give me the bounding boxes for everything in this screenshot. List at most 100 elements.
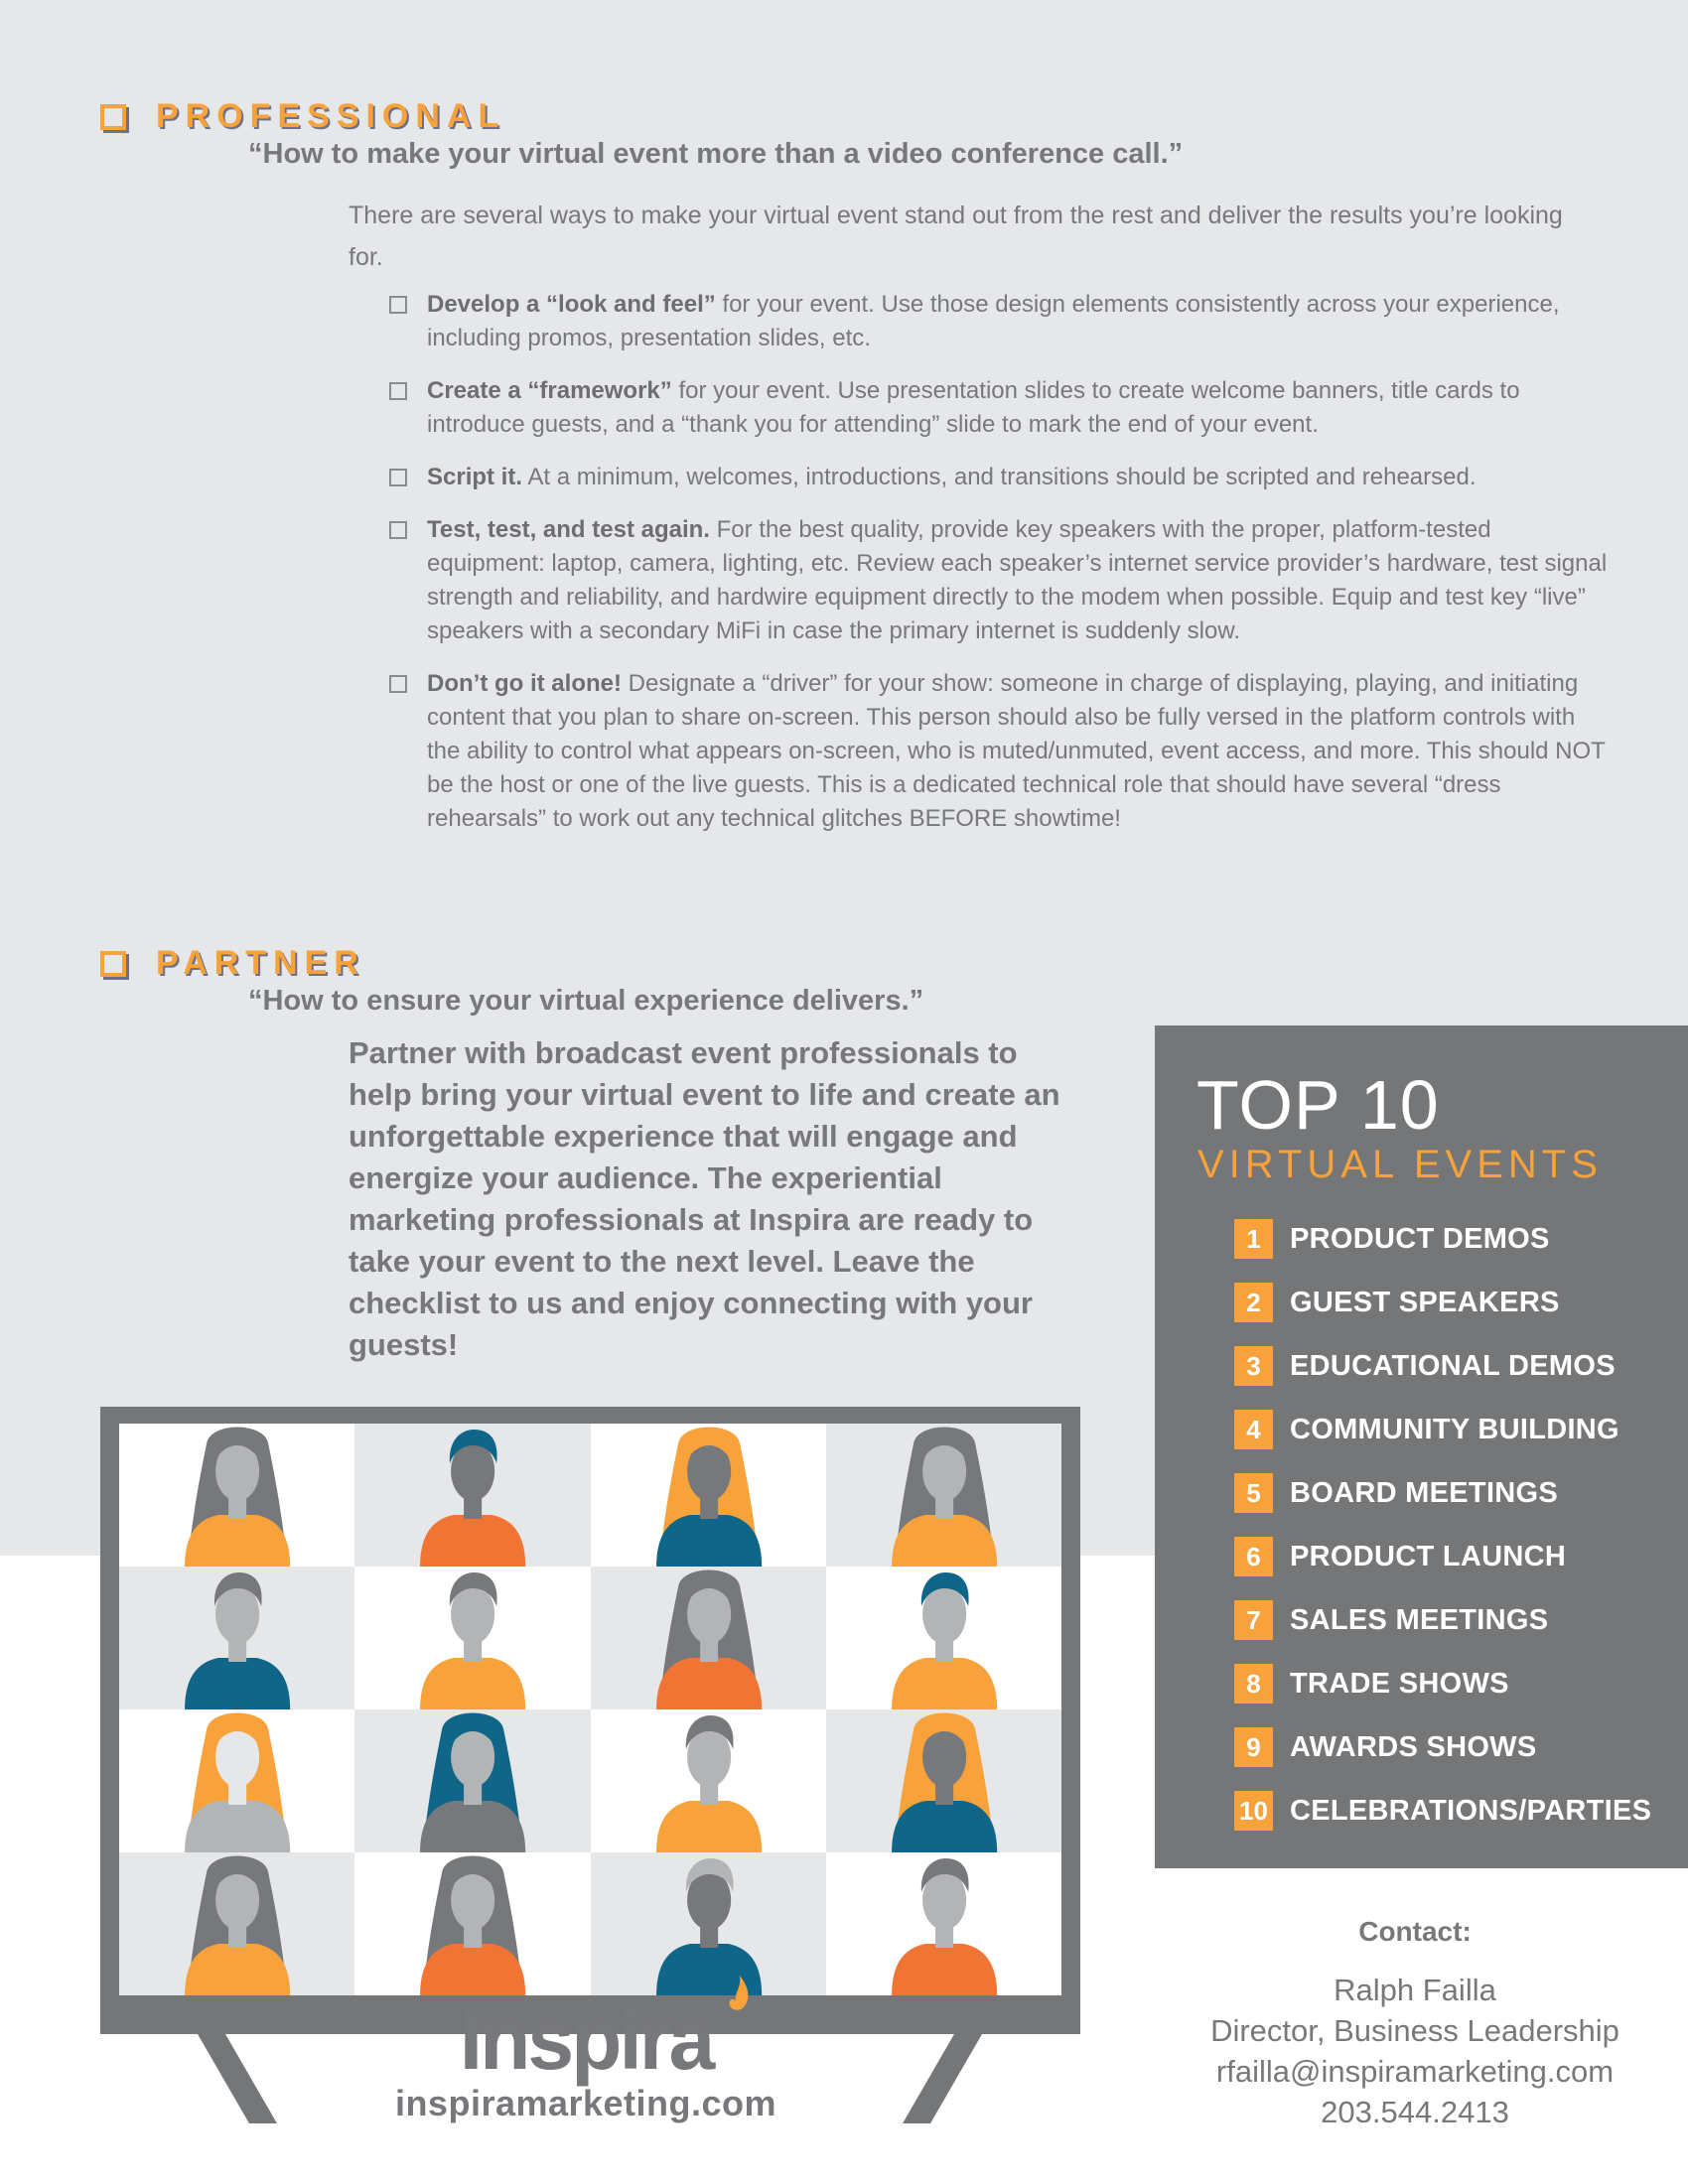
video-conference-tv-illustration — [100, 1407, 1080, 2034]
website-link[interactable]: inspiramarketing.com — [377, 2083, 794, 2124]
top10-item: 8 TRADE SHOWS — [1234, 1664, 1651, 1704]
video-tile — [119, 1424, 355, 1567]
contact-title: Director, Business Leadership — [1210, 2013, 1619, 2048]
top10-item: 1 PRODUCT DEMOS — [1234, 1219, 1651, 1259]
rank-badge: 2 — [1234, 1283, 1273, 1322]
video-tile — [825, 1709, 1061, 1852]
contact-name: Ralph Failla — [1334, 1973, 1496, 2007]
checkbox-icon — [100, 950, 126, 977]
person-avatar-icon — [891, 1858, 997, 1995]
top10-item-label: COMMUNITY BUILDING — [1290, 1413, 1619, 1445]
person-avatar-icon — [420, 1712, 526, 1852]
person-avatar-icon — [891, 1572, 997, 1709]
professional-intro: There are several ways to make your virt… — [349, 202, 1563, 271]
top10-item-label: PRODUCT LAUNCH — [1290, 1540, 1567, 1572]
person-avatar-icon — [185, 1572, 291, 1709]
inspira-logo[interactable]: Inspira inspiramarketing.com — [377, 1976, 794, 2124]
video-tile — [590, 1424, 826, 1567]
professional-title: PROFESSIONAL — [156, 97, 506, 135]
top10-item: 9 AWARDS SHOWS — [1234, 1727, 1651, 1767]
checklist-item-lead: Test, test, and test again. — [427, 516, 710, 543]
rank-badge: 10 — [1234, 1791, 1273, 1831]
checklist-item: Don’t go it alone! Designate a “driver” … — [389, 667, 1611, 836]
tv-stand-right — [903, 2034, 982, 2123]
video-tile — [825, 1424, 1061, 1567]
video-tile — [354, 1567, 591, 1709]
contact-block: Contact: Ralph Failla Director, Business… — [1142, 1916, 1688, 2132]
top10-item-label: PRODUCT DEMOS — [1290, 1222, 1550, 1255]
logo-wordmark: Inspira — [459, 1976, 749, 2087]
rank-badge: 8 — [1234, 1664, 1273, 1704]
top10-item: 7 SALES MEETINGS — [1234, 1600, 1651, 1640]
rank-badge: 1 — [1234, 1219, 1273, 1259]
checklist-item: Create a “framework” for your event. Use… — [389, 374, 1611, 442]
person-avatar-icon — [420, 1572, 526, 1709]
professional-quote: “How to make your virtual event more tha… — [248, 138, 1184, 170]
partner-heading: PARTNER — [100, 944, 365, 983]
checkbox-icon[interactable] — [389, 382, 407, 400]
contact-email[interactable]: rfailla@inspiramarketing.com — [1142, 2051, 1688, 2092]
top10-item: 3 EDUCATIONAL DEMOS — [1234, 1346, 1651, 1386]
top10-panel: TOP 10 VIRTUAL EVENTS 1 PRODUCT DEMOS 2 GU… — [1155, 1025, 1688, 1868]
person-avatar-icon — [655, 1570, 762, 1709]
partner-quote: “How to ensure your virtual experience d… — [248, 985, 924, 1017]
checklist-item-text: At a minimum, welcomes, introductions, a… — [522, 464, 1477, 490]
contact-heading: Contact: — [1358, 1916, 1472, 1947]
video-tile — [590, 1852, 826, 1995]
top10-item-label: SALES MEETINGS — [1290, 1603, 1549, 1636]
checklist-item: Test, test, and test again. For the best… — [389, 513, 1611, 648]
person-avatar-icon — [420, 1430, 526, 1567]
professional-heading: PROFESSIONAL — [100, 97, 505, 136]
partner-title: PARTNER — [156, 944, 365, 982]
checkbox-icon[interactable] — [389, 675, 407, 693]
rank-badge: 3 — [1234, 1346, 1273, 1386]
video-tile — [119, 1709, 355, 1852]
top10-item: 6 PRODUCT LAUNCH — [1234, 1537, 1651, 1576]
top10-item-label: EDUCATIONAL DEMOS — [1290, 1349, 1616, 1382]
video-tile — [825, 1567, 1061, 1709]
top10-item: 10 CELEBRATIONS/PARTIES — [1234, 1791, 1651, 1831]
person-avatar-icon — [891, 1712, 997, 1852]
top10-item-label: TRADE SHOWS — [1290, 1667, 1509, 1700]
top10-item-label: CELEBRATIONS/PARTIES — [1290, 1794, 1652, 1827]
top10-title: TOP 10 — [1196, 1066, 1440, 1144]
person-avatar-icon — [655, 1427, 762, 1567]
rank-badge: 7 — [1234, 1600, 1273, 1640]
contact-phone[interactable]: 203.544.2413 — [1142, 2092, 1688, 2132]
checkbox-icon[interactable] — [389, 296, 407, 314]
top10-item: 5 BOARD MEETINGS — [1234, 1473, 1651, 1513]
rank-badge: 6 — [1234, 1537, 1273, 1576]
checkbox-icon[interactable] — [389, 469, 407, 486]
checklist-item-lead: Develop a “look and feel” — [427, 291, 716, 318]
top10-item: 4 COMMUNITY BUILDING — [1234, 1410, 1651, 1449]
video-tile — [590, 1567, 826, 1709]
logo-wordmark-text: Inspira — [459, 1993, 715, 2087]
checkbox-icon — [100, 103, 126, 130]
video-tile — [825, 1852, 1061, 1995]
person-avatar-icon — [655, 1715, 762, 1852]
person-avatar-icon — [420, 1855, 526, 1995]
checklist-item-lead: Don’t go it alone! — [427, 670, 622, 697]
top10-subtitle: VIRTUAL EVENTS — [1197, 1143, 1603, 1186]
person-avatar-icon — [185, 1427, 291, 1567]
video-tile — [354, 1709, 591, 1852]
top10-item: 2 GUEST SPEAKERS — [1234, 1283, 1651, 1322]
checklist-item-lead: Create a “framework” — [427, 377, 672, 404]
video-tile — [354, 1852, 591, 1995]
video-grid — [119, 1424, 1061, 1995]
tv-stand-left — [198, 2034, 277, 2123]
professional-checklist: Develop a “look and feel” for your event… — [389, 288, 1611, 855]
video-tile — [354, 1424, 591, 1567]
flame-icon — [729, 1976, 749, 2010]
rank-badge: 4 — [1234, 1410, 1273, 1449]
partner-body: Partner with broadcast event professiona… — [349, 1035, 1060, 1362]
video-tile — [119, 1852, 355, 1995]
checkbox-icon[interactable] — [389, 521, 407, 539]
top10-item-label: GUEST SPEAKERS — [1290, 1286, 1560, 1318]
top10-list: 1 PRODUCT DEMOS 2 GUEST SPEAKERS 3 EDUCATIO… — [1234, 1219, 1651, 1854]
rank-badge: 9 — [1234, 1727, 1273, 1767]
video-tile — [119, 1567, 355, 1709]
video-tile — [590, 1709, 826, 1852]
person-avatar-icon — [655, 1858, 762, 1995]
person-avatar-icon — [185, 1855, 291, 1995]
